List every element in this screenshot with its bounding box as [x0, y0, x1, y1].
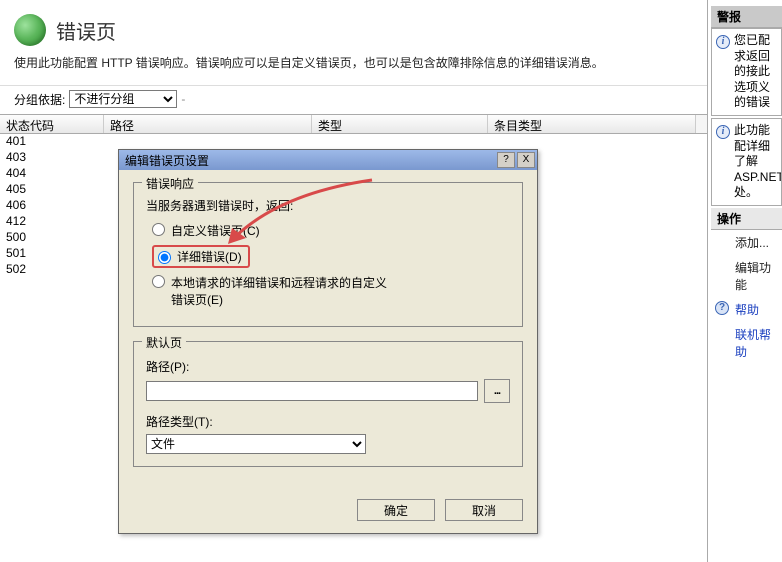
- side-panel: 警报 i 您已配求返回的接此选项义的错误 i 此功能配详细了解ASP.NET处。…: [711, 6, 782, 562]
- group-by-label: 分组依据:: [14, 91, 65, 108]
- table-row[interactable]: 401: [0, 134, 707, 150]
- page-title: 错误页: [56, 16, 116, 45]
- dialog-body: 错误响应 当服务器遇到错误时，返回: 自定义错误页(C) 详细错误(D) 本地请…: [119, 170, 537, 491]
- error-response-note: 当服务器遇到错误时，返回:: [146, 197, 510, 214]
- path-row: ...: [146, 379, 510, 403]
- dialog-help-button[interactable]: ?: [497, 152, 515, 168]
- error-response-legend: 错误响应: [142, 175, 198, 192]
- edit-error-page-settings-dialog: 编辑错误页设置 ? X 错误响应 当服务器遇到错误时，返回: 自定义错误页(C)…: [118, 149, 538, 534]
- globe-icon: [14, 14, 46, 46]
- dialog-footer: 确定 取消: [119, 491, 537, 533]
- browse-button[interactable]: ...: [484, 379, 510, 403]
- radio-detailed-errors-label[interactable]: 详细错误(D): [177, 248, 242, 265]
- default-page-legend: 默认页: [142, 334, 186, 351]
- radio-detailed-errors-input[interactable]: [158, 251, 171, 264]
- radio-detailed-errors-row: 详细错误(D): [152, 245, 510, 268]
- alert-item: i 您已配求返回的接此选项义的错误: [711, 28, 782, 116]
- cancel-button[interactable]: 取消: [445, 499, 523, 521]
- group-dash: -: [181, 92, 185, 106]
- dialog-titlebar[interactable]: 编辑错误页设置 ? X: [119, 150, 537, 170]
- action-online-help[interactable]: 联机帮助: [711, 322, 782, 364]
- page-header: 错误页: [0, 0, 707, 54]
- th-path[interactable]: 路径: [104, 115, 312, 133]
- th-type[interactable]: 类型: [312, 115, 488, 133]
- dialog-close-button[interactable]: X: [517, 152, 535, 168]
- error-response-fieldset: 错误响应 当服务器遇到错误时，返回: 自定义错误页(C) 详细错误(D) 本地请…: [133, 182, 523, 327]
- info-icon: i: [716, 125, 730, 139]
- path-label: 路径(P):: [146, 358, 510, 375]
- radio-custom-error-page[interactable]: 自定义错误页(C): [152, 222, 510, 239]
- group-by-row: 分组依据: 不进行分组 -: [0, 85, 707, 112]
- alerts-title: 警报: [711, 6, 782, 28]
- radio-custom-error-page-input[interactable]: [152, 223, 165, 236]
- actions-title: 操作: [711, 208, 782, 230]
- radio-mixed-errors[interactable]: 本地请求的详细错误和远程请求的自定义错误页(E): [152, 274, 510, 308]
- path-type-label: 路径类型(T):: [146, 413, 510, 430]
- th-entry-type[interactable]: 条目类型: [488, 115, 696, 133]
- path-type-select[interactable]: 文件: [146, 434, 366, 454]
- help-icon: ?: [715, 301, 729, 315]
- action-add[interactable]: 添加...: [711, 230, 782, 255]
- dialog-title: 编辑错误页设置: [121, 152, 495, 169]
- info-icon: i: [716, 35, 730, 49]
- group-by-select[interactable]: 不进行分组: [69, 90, 177, 108]
- ok-button[interactable]: 确定: [357, 499, 435, 521]
- action-help[interactable]: ? 帮助: [711, 297, 782, 322]
- radio-detailed-errors-highlight: 详细错误(D): [152, 245, 250, 268]
- table-header: 状态代码 路径 类型 条目类型: [0, 114, 707, 134]
- th-status-code[interactable]: 状态代码: [0, 115, 104, 133]
- page-description: 使用此功能配置 HTTP 错误响应。错误响应可以是自定义错误页，也可以是包含故障…: [0, 54, 707, 85]
- action-edit[interactable]: 编辑功能: [711, 255, 782, 297]
- default-page-fieldset: 默认页 路径(P): ... 路径类型(T): 文件: [133, 341, 523, 467]
- alert-item: i 此功能配详细了解ASP.NET处。: [711, 118, 782, 206]
- radio-mixed-errors-input[interactable]: [152, 275, 165, 288]
- path-input[interactable]: [146, 381, 478, 401]
